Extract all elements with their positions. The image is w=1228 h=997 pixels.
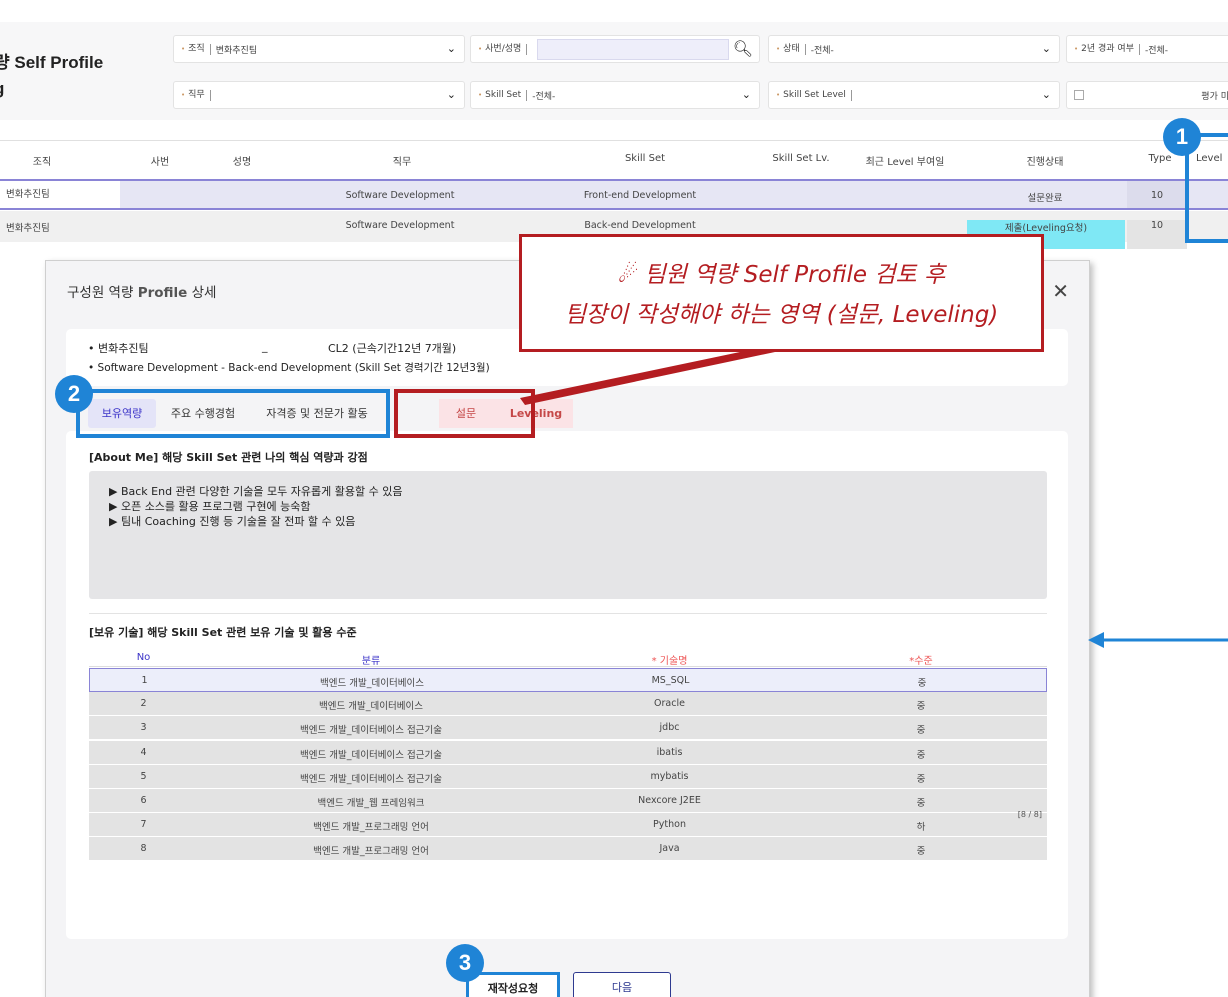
pin-icon: ☄ <box>617 262 639 288</box>
screen-root: 량 Self Profile g 조직 변화추진팀 ⌄ 사번/성명 🔍︎ 상태 … <box>0 0 1228 997</box>
callout-line2: 팀장이 작성해야 하는 영역 (설문, Leveling) <box>564 302 999 328</box>
callout-line1: 팀원 역량 Self Profile 검토 후 <box>644 262 946 288</box>
callout-pointer <box>520 352 775 405</box>
annotation-arrows <box>520 352 1228 648</box>
callout-note: ☄ 팀원 역량 Self Profile 검토 후 팀장이 작성해야 하는 영역 … <box>519 234 1044 352</box>
arrow-head-icon <box>1088 632 1104 648</box>
